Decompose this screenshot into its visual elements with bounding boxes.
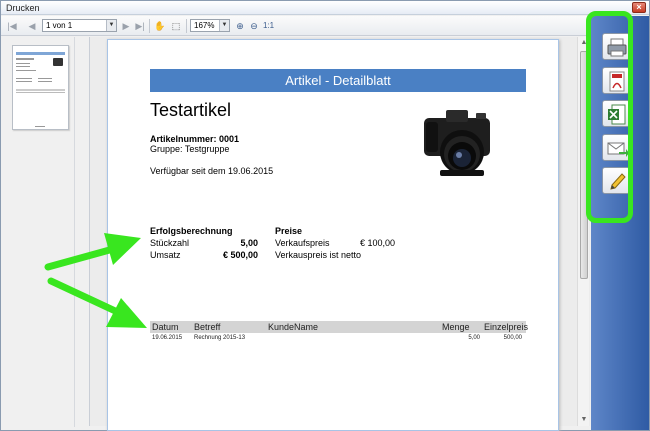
print-preview-window: Drucken × |◀ ◀ 1 von 1 ▼ ▶ ▶| ✋ ⬚ 167% ▼… xyxy=(0,0,650,431)
green-arrow-icon xyxy=(47,277,147,328)
green-arrow-icon xyxy=(44,233,141,271)
annotation-arrows xyxy=(44,233,147,328)
